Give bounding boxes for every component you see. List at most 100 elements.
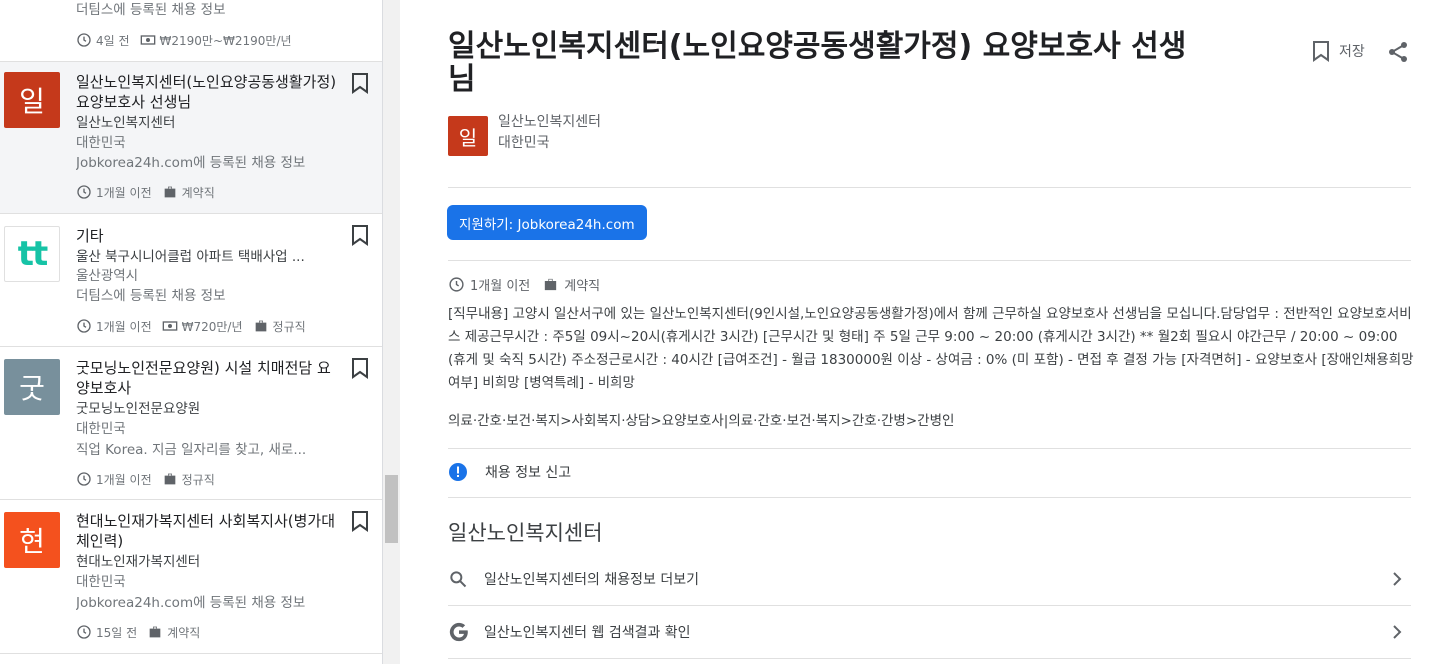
job-type-text: 계약직	[564, 278, 601, 294]
posted-time-text: 1개월 이전	[96, 319, 152, 334]
money-icon	[162, 321, 177, 331]
job-type: 계약직	[147, 624, 200, 641]
posted-time-text: 15일 전	[96, 625, 138, 640]
money-icon	[140, 35, 155, 45]
web-search-label: 일산노인복지센터 웹 검색결과 확인	[484, 625, 691, 641]
divider	[448, 448, 1411, 449]
clock-icon	[77, 472, 91, 486]
salary-text: ₩2190만~₩2190만/년	[159, 33, 292, 48]
posted-time: 1개월 이전	[448, 275, 530, 294]
job-type-text: 정규직	[272, 319, 306, 334]
jobs-app: 더팀스에 등록된 채용 정보 4일 전 ₩2190만~₩2190만/년 일 일산…	[0, 0, 1450, 664]
posted-time: 4일 전	[76, 32, 130, 49]
job-title: 일산노인복지센터(노인요양공동생활가정) 요양보호사 선생님	[448, 29, 1187, 97]
job-type: 정규직	[253, 318, 306, 335]
job-card-title: 굿모닝노인전문요양원) 시설 치매전담 요양보호사	[76, 359, 331, 397]
posted-time-text: 4일 전	[96, 33, 130, 48]
briefcase-icon	[545, 278, 557, 290]
more-jobs-link[interactable]: 일산노인복지센터의 채용정보 더보기	[448, 553, 1411, 605]
job-meta: 1개월 이전 계약직	[448, 274, 612, 294]
salary-text: ₩720만/년	[181, 319, 243, 334]
clock-icon	[449, 276, 464, 292]
bookmark-icon[interactable]	[350, 510, 370, 532]
chevron-right-icon	[1393, 572, 1402, 586]
company-logo: tt	[4, 226, 60, 282]
briefcase-icon	[255, 320, 266, 332]
job-card-title: 현대노인재가복지센터 사회복지사(병가대체인력)	[76, 512, 336, 550]
job-card-company: 일산노인복지센터	[76, 115, 176, 131]
job-card-source: 더팀스에 등록된 채용 정보	[76, 2, 226, 18]
job-card-location: 대한민국	[76, 574, 126, 590]
bookmark-icon[interactable]	[350, 72, 370, 94]
search-icon	[448, 569, 484, 589]
job-category: 의료·간호·보건·복지>사회복지·상담>요양보호사|의료·간호·보건·복지>간호…	[448, 413, 955, 429]
job-card-location: 울산광역시	[76, 268, 139, 284]
company-name: 일산노인복지센터	[498, 114, 602, 130]
company-section-title: 일산노인복지센터	[448, 521, 603, 545]
briefcase-icon	[164, 186, 175, 198]
job-type: 정규직	[162, 471, 215, 488]
salary: ₩720만/년	[162, 318, 243, 335]
job-card-meta: 1개월 이전 계약직	[76, 182, 225, 202]
job-list: 더팀스에 등록된 채용 정보 4일 전 ₩2190만~₩2190만/년 일 일산…	[0, 0, 383, 664]
clock-icon	[77, 625, 91, 639]
job-card-company: 울산 북구시니어클럽 아파트 택배사업 ...	[76, 249, 305, 265]
job-card-title: 일산노인복지센터(노인요양공동생활가정) 요양보호사 선생님	[76, 73, 337, 111]
job-card-meta: 4일 전 ₩2190만~₩2190만/년	[76, 30, 302, 50]
clock-icon	[77, 185, 91, 199]
google-icon	[448, 621, 484, 643]
divider	[448, 497, 1411, 498]
alert-icon	[449, 463, 467, 481]
share-icon[interactable]	[1386, 40, 1410, 64]
scrollbar-track[interactable]	[383, 0, 400, 664]
job-description: [직무내용] 고양시 일산서구에 있는 일산노인복지센터(9인시설,노인요양공동…	[448, 306, 1414, 391]
job-card-source: Jobkorea24h.com에 등록된 채용 정보	[76, 155, 306, 171]
apply-button[interactable]: 지원하기: Jobkorea24h.com	[447, 205, 647, 240]
save-label: 저장	[1339, 44, 1365, 60]
posted-time: 1개월 이전	[76, 184, 152, 201]
bookmark-icon	[1313, 41, 1329, 62]
posted-time: 1개월 이전	[76, 318, 152, 335]
job-card-company: 굿모닝노인전문요양원	[76, 401, 201, 417]
bookmark-icon[interactable]	[350, 224, 370, 246]
job-type: 계약직	[162, 184, 215, 201]
job-card[interactable]: tt 기타 울산 북구시니어클럽 아파트 택배사업 ... 울산광역시 더팀스에…	[0, 214, 382, 347]
clock-icon	[77, 33, 91, 47]
company-location: 대한민국	[498, 135, 550, 151]
scrollbar-thumb[interactable]	[385, 475, 398, 543]
divider	[448, 187, 1411, 188]
job-card-meta: 1개월 이전 정규직	[76, 469, 225, 489]
job-card-meta: 1개월 이전 ₩720만/년 정규직	[76, 316, 316, 336]
company-logo: 일	[448, 116, 488, 156]
clock-icon	[77, 319, 91, 333]
job-card-source: 직업 Korea. 지금 일자리를 찾고, 새로...	[76, 442, 307, 458]
web-search-link[interactable]: 일산노인복지센터 웹 검색결과 확인	[448, 606, 1411, 658]
save-button[interactable]: 저장	[1311, 40, 1365, 62]
job-card-meta: 15일 전 계약직	[76, 622, 210, 642]
company-logo: 일	[4, 72, 60, 128]
company-logo: 현	[4, 512, 60, 568]
salary: ₩2190만~₩2190만/년	[140, 32, 292, 49]
job-type: 계약직	[542, 275, 600, 294]
job-card[interactable]: 더팀스에 등록된 채용 정보 4일 전 ₩2190만~₩2190만/년	[0, 0, 382, 62]
report-label: 채용 정보 신고	[485, 465, 572, 481]
job-card[interactable]: 현 현대노인재가복지센터 사회복지사(병가대체인력) 현대노인재가복지센터 대한…	[0, 500, 382, 654]
chevron-right-icon	[1393, 625, 1402, 639]
company-logo: 굿	[4, 359, 60, 415]
job-card-selected[interactable]: 일 일산노인복지센터(노인요양공동생활가정) 요양보호사 선생님 일산노인복지센…	[0, 62, 382, 214]
job-type-text: 계약직	[181, 185, 215, 200]
divider	[448, 658, 1411, 659]
job-card-location: 대한민국	[76, 421, 126, 437]
posted-time-text: 1개월 이전	[470, 278, 531, 294]
job-card[interactable]: 굿 굿모닝노인전문요양원) 시설 치매전담 요양보호사 굿모닝노인전문요양원 대…	[0, 347, 382, 500]
briefcase-icon	[164, 473, 175, 485]
bookmark-icon[interactable]	[350, 357, 370, 379]
more-jobs-label: 일산노인복지센터의 채용정보 더보기	[484, 572, 699, 588]
job-card-source: Jobkorea24h.com에 등록된 채용 정보	[76, 595, 306, 611]
posted-time: 1개월 이전	[76, 471, 152, 488]
posted-time: 15일 전	[76, 624, 137, 641]
briefcase-icon	[149, 626, 161, 638]
report-job-link[interactable]: 채용 정보 신고	[448, 462, 571, 482]
job-card-location: 대한민국	[76, 135, 126, 151]
posted-time-text: 1개월 이전	[96, 472, 152, 487]
